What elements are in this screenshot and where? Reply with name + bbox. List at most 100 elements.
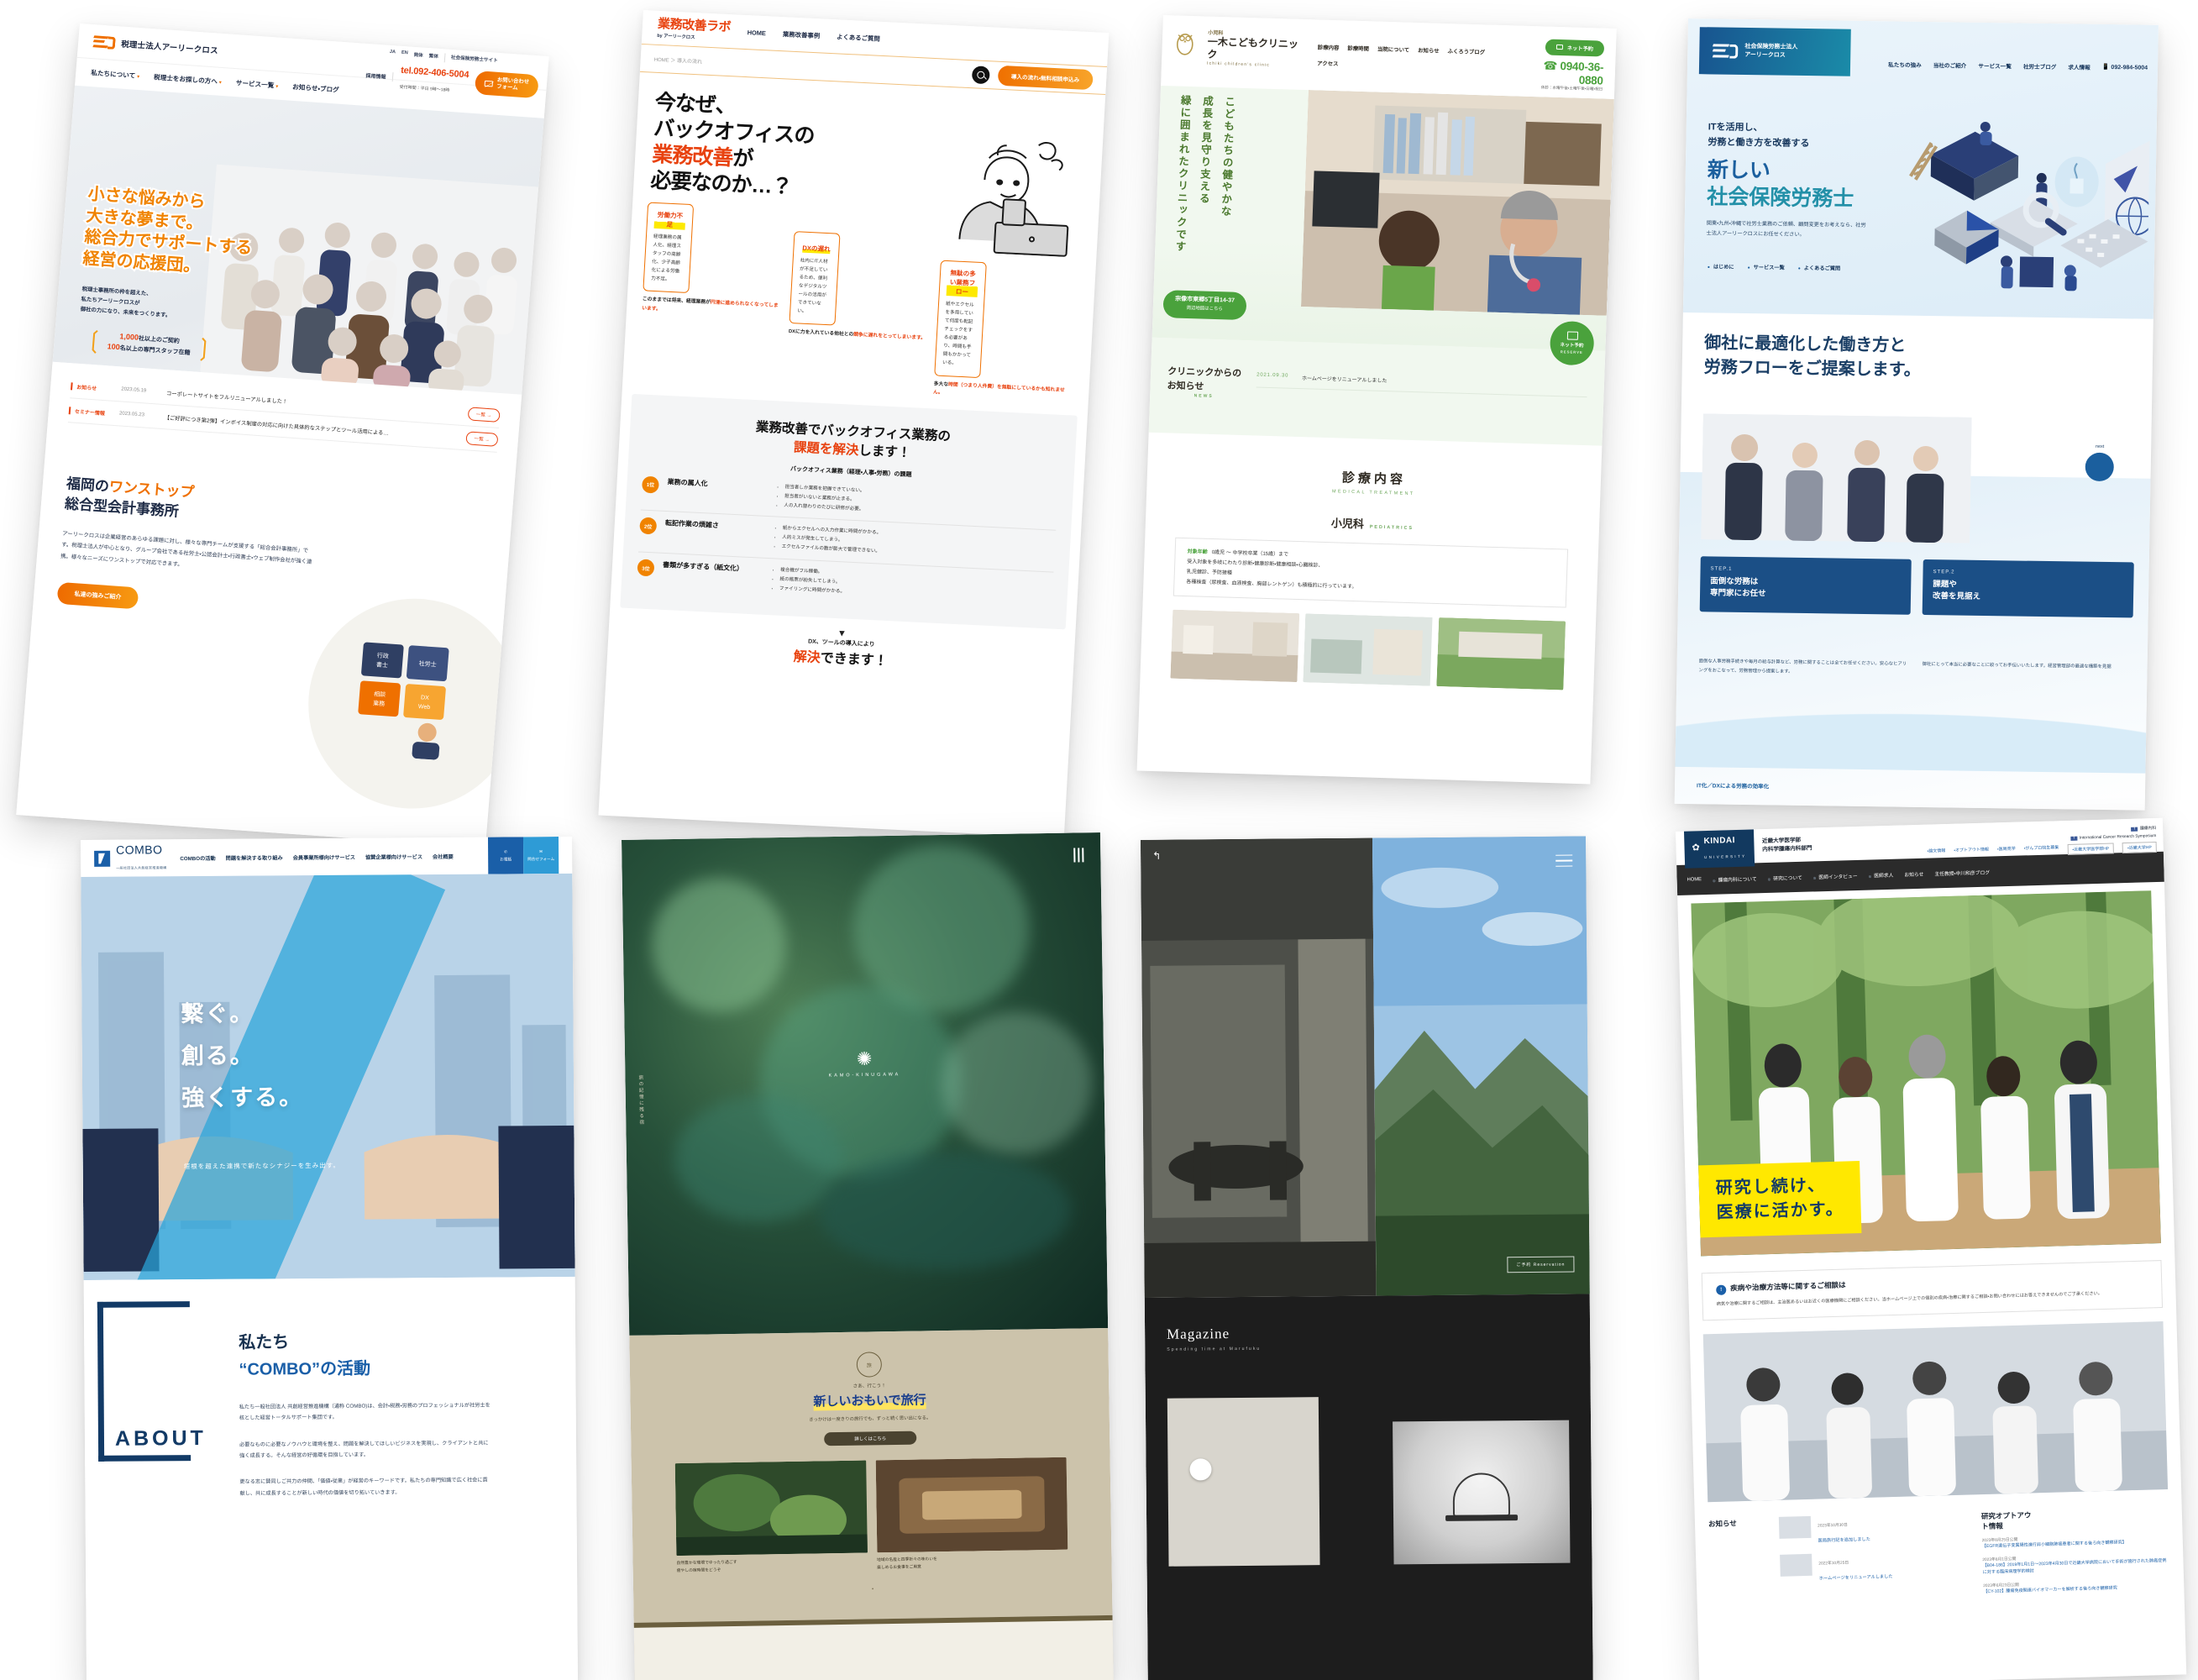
site3-address-button[interactable]: 宗像市東郷5丁目14-37 周辺地図はこちら	[1162, 289, 1247, 320]
site4-nav-item-4[interactable]: 求人情報	[2068, 62, 2090, 71]
site5-nav[interactable]: COMBOの活動 問題を解決する取り組み 会員事業所様向けサービス 協賛企業様向…	[180, 852, 453, 861]
lang-zh-tw[interactable]: 繁体	[428, 52, 438, 62]
site8-optout-item[interactable]: 2023年6月23日公開 【CY-102】腫瘍免疫関連バイオマーカーを解析する後…	[1983, 1578, 2170, 1596]
site1-about-button[interactable]: 私達の強みご紹介	[56, 581, 139, 610]
site3-reserve-button[interactable]: ネット予約	[1545, 39, 1605, 57]
site2-problem-note: DXに力を入れている他社との競争に遅れをとってしまいます。	[788, 329, 926, 342]
site8-news-item[interactable]: 2022年10月25日 ホームページをリニューアルしました	[1780, 1550, 1968, 1585]
site1-nav-item-3[interactable]: お知らせ・ブログ	[292, 82, 339, 95]
site1-news-more-button[interactable]: 一覧 →	[467, 407, 501, 423]
site8-nav-item-3[interactable]: 医師インタビュー	[1813, 871, 1858, 879]
site1-recruit-link[interactable]: 採用情報	[365, 71, 386, 80]
site5-phone-button[interactable]: ✆ お電話	[487, 837, 524, 874]
site3-tel[interactable]: ☎ 0940-36-0880	[1520, 58, 1603, 87]
site4-quick-link-0[interactable]: はじめに	[1708, 262, 1734, 270]
site8-quick-3[interactable]: がんプロ院生募集	[2024, 844, 2059, 856]
site8-nav-item-5[interactable]: お知らせ	[1904, 869, 1923, 878]
site6-card[interactable]: 自然豊かな環境でゆったり過ごす 癒やしの宿時間をどうぞ	[674, 1460, 868, 1576]
site-card-early-cross-sharoushi[interactable]: 社会保険労務士法人 アーリークロス 私たちの強み 当社のご紹介 サービス一覧 社…	[1674, 18, 2159, 811]
site4-quick-link-2[interactable]: よくあるご質問	[1798, 264, 1840, 272]
site8-quick-0[interactable]: 論文情報	[1927, 848, 1945, 859]
lang-zh-cn[interactable]: 简体	[413, 51, 423, 61]
site2-nav-item-0[interactable]: HOME	[748, 29, 767, 37]
site6-carousel-dots[interactable]: ・	[655, 1581, 1090, 1597]
site8-social-1[interactable]: f International Cancer Research Symposium	[2070, 834, 2156, 841]
site8-optout-item[interactable]: 2023年8月25日公開 【EGFR遺伝子変異陽性進行非小細胞肺癌患者に関する後…	[1982, 1532, 2169, 1551]
site3-nav[interactable]: 診療内容 診療時間 当院について お知らせ ふくろうブログ アクセス	[1317, 31, 1510, 72]
site6-card[interactable]: 地域の名産と四季折々の味わいを 楽しめるお食事をご用意	[875, 1457, 1068, 1572]
lang-ja[interactable]: JA	[389, 50, 396, 59]
site-card-kindai-university[interactable]: ✿ KINDAI UNIVERSITY 近畿大学医学部 内科学腫瘍内科部門 f 腫瘍…	[1676, 817, 2187, 1680]
site8-quick-1[interactable]: オプトアウト情報	[1954, 847, 1989, 858]
site8-news-date: 2023年10月30日	[1818, 1523, 1848, 1529]
site-card-early-cross-tax[interactable]: 税理士法人アーリークロス 私たちについて▾ 税理士をお探しの方へ▾ サービス一覧…	[16, 24, 549, 848]
site5-nav-item-0[interactable]: COMBOの活動	[180, 853, 215, 861]
site5-nav-item-1[interactable]: 問題を解決する取り組み	[226, 853, 283, 861]
site3-news-title[interactable]: ホームページをリニューアルしました	[1302, 374, 1388, 384]
site8-outlink-0[interactable]: 近畿大学医学部HP	[2067, 843, 2115, 855]
site4-next-control[interactable]: next	[2085, 444, 2115, 482]
site8-optout-item[interactable]: 2023年8月1日公開 【B04-186】2019年1月1日〜2023年4月30…	[1982, 1551, 2170, 1577]
site4-nav-item-1[interactable]: 当社のご紹介	[1933, 60, 1967, 70]
site3-header-actions[interactable]: ネット予約 ☎ 0940-36-0880 休診：水曜午後・土曜午後・日曜・祝日	[1520, 38, 1605, 92]
site3-nav-item-3[interactable]: お知らせ	[1418, 46, 1440, 55]
site-card-combo[interactable]: COMBO 一般社団法人共創経営推進機構 COMBOの活動 問題を解決する取り組…	[81, 836, 579, 1680]
site2-nav-item-1[interactable]: 業務改善事例	[783, 29, 821, 40]
site1-news-more-button[interactable]: 一覧 →	[464, 431, 499, 447]
site6-logo[interactable]: ✺ KAMO-KINUGAWA	[828, 1048, 901, 1079]
site1-nav-item-1[interactable]: 税理士をお探しの方へ▾	[154, 72, 223, 87]
site2-nav-item-2[interactable]: よくあるご質問	[837, 32, 880, 44]
site6-more-button[interactable]: 詳しくはこちら	[824, 1431, 917, 1446]
back-arrow-icon[interactable]: ↰	[1152, 850, 1161, 862]
site8-quick-2[interactable]: 医局見学	[1997, 846, 2016, 858]
next-arrow-icon[interactable]	[2085, 452, 2115, 482]
site8-logo[interactable]: ✿ KINDAI UNIVERSITY	[1683, 826, 1755, 869]
site2-logo[interactable]: 業務改善ラボ by アーリークロス	[657, 16, 731, 41]
hamburger-icon[interactable]	[1073, 848, 1084, 863]
search-icon[interactable]	[971, 65, 990, 84]
site5-about-para: 必要なものに必要なノウハウと環境を整え、問題を解決してほしいビジネスを実現し、ク…	[239, 1440, 489, 1459]
site4-logo[interactable]: 社会保険労務士法人 アーリークロス	[1698, 27, 1851, 76]
site8-nav-item-1[interactable]: 腫瘍内科について	[1713, 874, 1756, 883]
site4-nav-item-0[interactable]: 私たちの強み	[1888, 60, 1922, 69]
site1-tel[interactable]: tel.092-406-5004	[401, 66, 470, 81]
site3-nav-item-0[interactable]: 診療内容	[1318, 43, 1340, 51]
site1-contact-button[interactable]: お問い合わせ フォーム	[474, 71, 539, 99]
site4-nav-item-2[interactable]: サービス一覧	[1978, 61, 2012, 71]
site5-side-buttons[interactable]: ✆ お電話 ✉ 問合せフォーム	[487, 837, 559, 874]
site-card-gyoumu-kaizen-lab[interactable]: 業務改善ラボ by アーリークロス HOME 業務改善事例 よくあるご質問 HO…	[598, 10, 1109, 838]
site8-nav-item-4[interactable]: 医師求人	[1869, 870, 1893, 879]
site8-nav-item-6[interactable]: 主任教授・中川和彦ブログ	[1934, 868, 1990, 877]
site3-clinic-name[interactable]: 小児科 一木こどもクリニック Ichiki children's clinic	[1207, 29, 1307, 69]
site5-nav-item-4[interactable]: 会社概要	[433, 852, 454, 859]
site3-news-item[interactable]: 2021.09.30 ホームページをリニューアルしました	[1256, 371, 1588, 397]
site3-nav-item-1[interactable]: 診療時間	[1347, 45, 1369, 53]
site5-contact-button[interactable]: ✉ 問合せフォーム	[522, 837, 559, 874]
site1-nav-item-0[interactable]: 私たちについて▾	[91, 68, 140, 81]
site5-nav-item-3[interactable]: 協賛企業様向けサービス	[365, 853, 422, 860]
site3-nav-item-2[interactable]: 当院について	[1377, 45, 1409, 54]
site8-nav-item-0[interactable]: HOME	[1687, 877, 1702, 882]
site8-nav-item-2[interactable]: 研究について	[1768, 873, 1802, 881]
site-card-ryokan[interactable]: ✺ KAMO-KINUGAWA 旅の記憶に残る宿 旅 さあ、行こう！ 新しいおも…	[622, 832, 1114, 1680]
site-card-magazine[interactable]: ご予約 Reservation ↰ Magazine Spending time…	[1141, 836, 1593, 1680]
site7-reserve-badge[interactable]: ご予約 Reservation	[1507, 1256, 1575, 1273]
lang-en[interactable]: EN	[401, 50, 408, 60]
site1-logo[interactable]: 税理士法人アーリークロス	[92, 34, 219, 56]
site5-nav-item-2[interactable]: 会員事業所様向けサービス	[293, 853, 355, 861]
site5-logo[interactable]: COMBO 一般社団法人共創経営推進機構	[94, 843, 166, 874]
site-card-ichiki-clinic[interactable]: 小児科 一木こどもクリニック Ichiki children's clinic …	[1136, 15, 1617, 785]
site8-news-item[interactable]: 2023年10月30日 医局旅行記を追加しました	[1778, 1512, 1967, 1547]
site4-tel[interactable]: 📱 092-984-5004	[2102, 64, 2148, 71]
site1-nav-item-2[interactable]: サービス一覧▾	[235, 78, 278, 90]
site2-cta-button[interactable]: 導入の流れ・無料相談申込み	[997, 65, 1094, 91]
site4-nav-item-3[interactable]: 社労士ブログ	[2023, 62, 2057, 71]
site8-social-0[interactable]: f 腫瘍内科	[2131, 825, 2156, 832]
site3-nav-item-4[interactable]: ふくろうブログ	[1447, 47, 1485, 55]
site5-logo-sub: 一般社団法人共創経営推進機構	[116, 865, 167, 870]
site4-quick-link-1[interactable]: サービス一覧	[1748, 263, 1785, 271]
site3-nav-item-5[interactable]: アクセス	[1317, 59, 1339, 67]
site1-tel-block[interactable]: tel.092-406-5004 受付時間：平日 9時〜18時	[399, 62, 470, 97]
hamburger-icon[interactable]	[1555, 854, 1573, 871]
site8-outlink-1[interactable]: 近畿大学HP	[2122, 842, 2157, 854]
